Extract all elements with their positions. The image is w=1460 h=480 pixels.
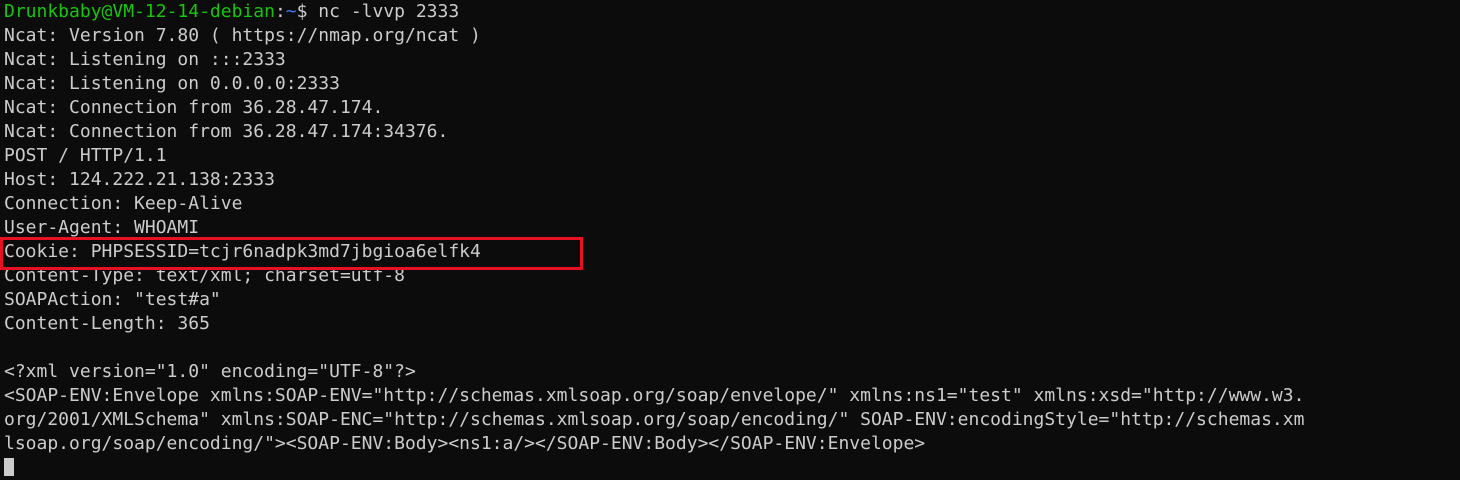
output-line: User-Agent: WHOAMI <box>4 217 200 238</box>
output-line: Content-Type: text/xml; charset=utf-8 <box>4 265 405 286</box>
prompt-symbol: $ <box>296 1 308 22</box>
output-line: Ncat: Listening on 0.0.0.0:2333 <box>4 73 340 94</box>
prompt-separator: : <box>274 1 286 22</box>
terminal-window[interactable]: Drunkbaby@VM-12-14-debian:~$ nc -lvvp 23… <box>0 0 1460 476</box>
cursor-line <box>0 456 1460 480</box>
prompt-line: Drunkbaby@VM-12-14-debian:~$ nc -lvvp 23… <box>0 0 1460 24</box>
output-line: POST / HTTP/1.1 <box>4 145 167 166</box>
prompt-path: ~ <box>285 1 297 22</box>
prompt-user-host: Drunkbaby@VM-12-14-debian <box>4 1 275 22</box>
prompt-command: nc -lvvp 2333 <box>307 1 460 22</box>
output-line: Host: 124.222.21.138:2333 <box>4 169 275 190</box>
output-line: SOAPAction: "test#a" <box>4 289 221 310</box>
output-line: Ncat: Connection from 36.28.47.174:34376… <box>4 121 449 142</box>
output-line: Ncat: Connection from 36.28.47.174. <box>4 97 384 118</box>
output-line: <SOAP-ENV:Envelope xmlns:SOAP-ENV="http:… <box>4 385 1305 406</box>
output-line: Ncat: Listening on :::2333 <box>4 49 286 70</box>
output-line: <?xml version="1.0" encoding="UTF-8"?> <box>4 361 416 382</box>
output-line: Ncat: Version 7.80 ( https://nmap.org/nc… <box>4 25 481 46</box>
cookie-line: Cookie: PHPSESSID=tcjr6nadpk3md7jbgioa6e… <box>4 241 481 262</box>
output-line: Connection: Keep-Alive <box>4 193 243 214</box>
output-line: Content-Length: 365 <box>4 313 210 334</box>
output-line: lsoap.org/soap/encoding/"><SOAP-ENV:Body… <box>4 433 926 454</box>
terminal-cursor <box>4 458 14 476</box>
output-line: org/2001/XMLSchema" xmlns:SOAP-ENC="http… <box>4 409 1305 430</box>
